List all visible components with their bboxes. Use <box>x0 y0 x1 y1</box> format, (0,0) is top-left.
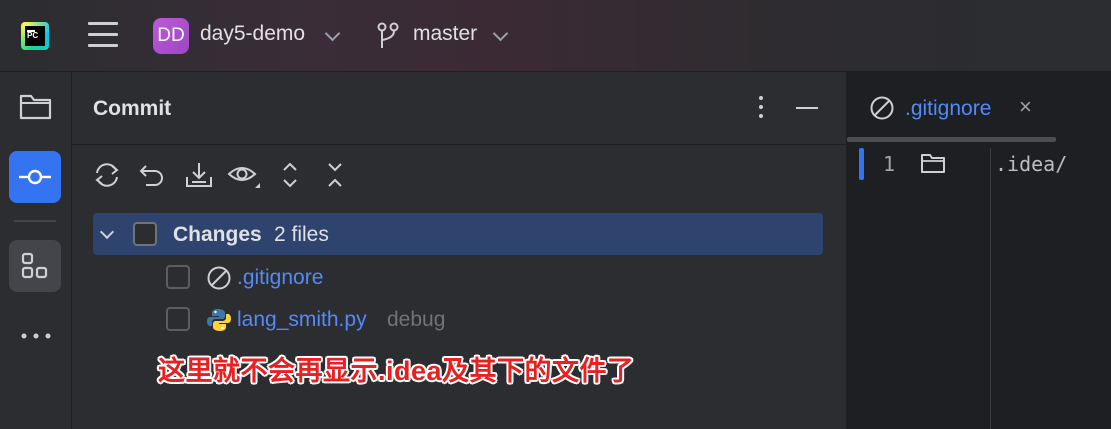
editor-tab-bar: .gitignore × <box>847 72 1111 142</box>
changes-label: Changes <box>173 223 262 246</box>
code-line-1[interactable]: .idea/ <box>995 152 1067 176</box>
project-name[interactable]: day5-demo <box>200 22 305 46</box>
changelist-hint: debug <box>387 308 446 331</box>
tool-window-strip <box>0 72 72 429</box>
tab-gitignore[interactable]: .gitignore <box>905 97 991 121</box>
commit-tool-button[interactable] <box>9 151 61 203</box>
changes-count: 2 files <box>274 223 329 246</box>
file-name-gitignore[interactable]: .gitignore <box>237 266 323 290</box>
structure-tool-button[interactable] <box>9 240 61 292</box>
python-icon <box>207 309 231 331</box>
editor: .gitignore × 1 .idea/ <box>847 72 1111 429</box>
changes-checkbox[interactable] <box>133 222 157 246</box>
collapse-all-icon[interactable] <box>320 160 350 190</box>
panel-divider <box>72 144 846 145</box>
hide-panel-icon[interactable] <box>796 107 818 109</box>
change-marker <box>859 148 864 180</box>
refresh-icon[interactable] <box>92 160 122 190</box>
commit-panel: Commit Changes 2 files .gitignore lang_s… <box>72 72 847 429</box>
ignored-file-icon <box>207 266 231 290</box>
gutter-separator <box>990 148 991 429</box>
branch-chevron-down-icon[interactable] <box>492 25 509 42</box>
line-number: 1 <box>883 152 896 176</box>
project-badge[interactable]: DD <box>153 18 189 54</box>
project-chevron-down-icon[interactable] <box>324 25 341 42</box>
main-menu-icon[interactable] <box>88 22 118 48</box>
folder-icon[interactable] <box>19 92 52 120</box>
ignored-file-icon <box>870 96 894 120</box>
structure-icon <box>21 252 48 279</box>
file-checkbox-lang-smith[interactable] <box>166 307 190 331</box>
file-checkbox-gitignore[interactable] <box>166 265 190 289</box>
git-branch-icon[interactable] <box>376 22 400 50</box>
title-bar: PC DD day5-demo master <box>0 0 1111 72</box>
file-name-lang-smith[interactable]: lang_smith.py <box>237 308 367 332</box>
strip-divider <box>14 220 56 222</box>
more-icon[interactable] <box>21 333 51 339</box>
annotation-text: 这里就不会再显示.idea及其下的文件了 <box>158 356 635 386</box>
expand-all-icon[interactable] <box>275 160 305 190</box>
close-icon[interactable]: × <box>1019 94 1032 120</box>
folder-icon <box>921 154 945 173</box>
branch-name[interactable]: master <box>413 22 477 46</box>
logo-text: PC <box>27 30 39 40</box>
panel-title: Commit <box>93 97 172 120</box>
commit-icon <box>19 169 51 185</box>
options-menu-icon[interactable] <box>758 96 764 122</box>
pycharm-logo-icon[interactable]: PC <box>21 22 49 50</box>
rollback-icon[interactable] <box>138 160 168 190</box>
shelve-icon[interactable] <box>184 160 214 190</box>
tab-scrollbar[interactable] <box>847 137 1056 142</box>
preview-diff-icon[interactable] <box>227 160 263 190</box>
